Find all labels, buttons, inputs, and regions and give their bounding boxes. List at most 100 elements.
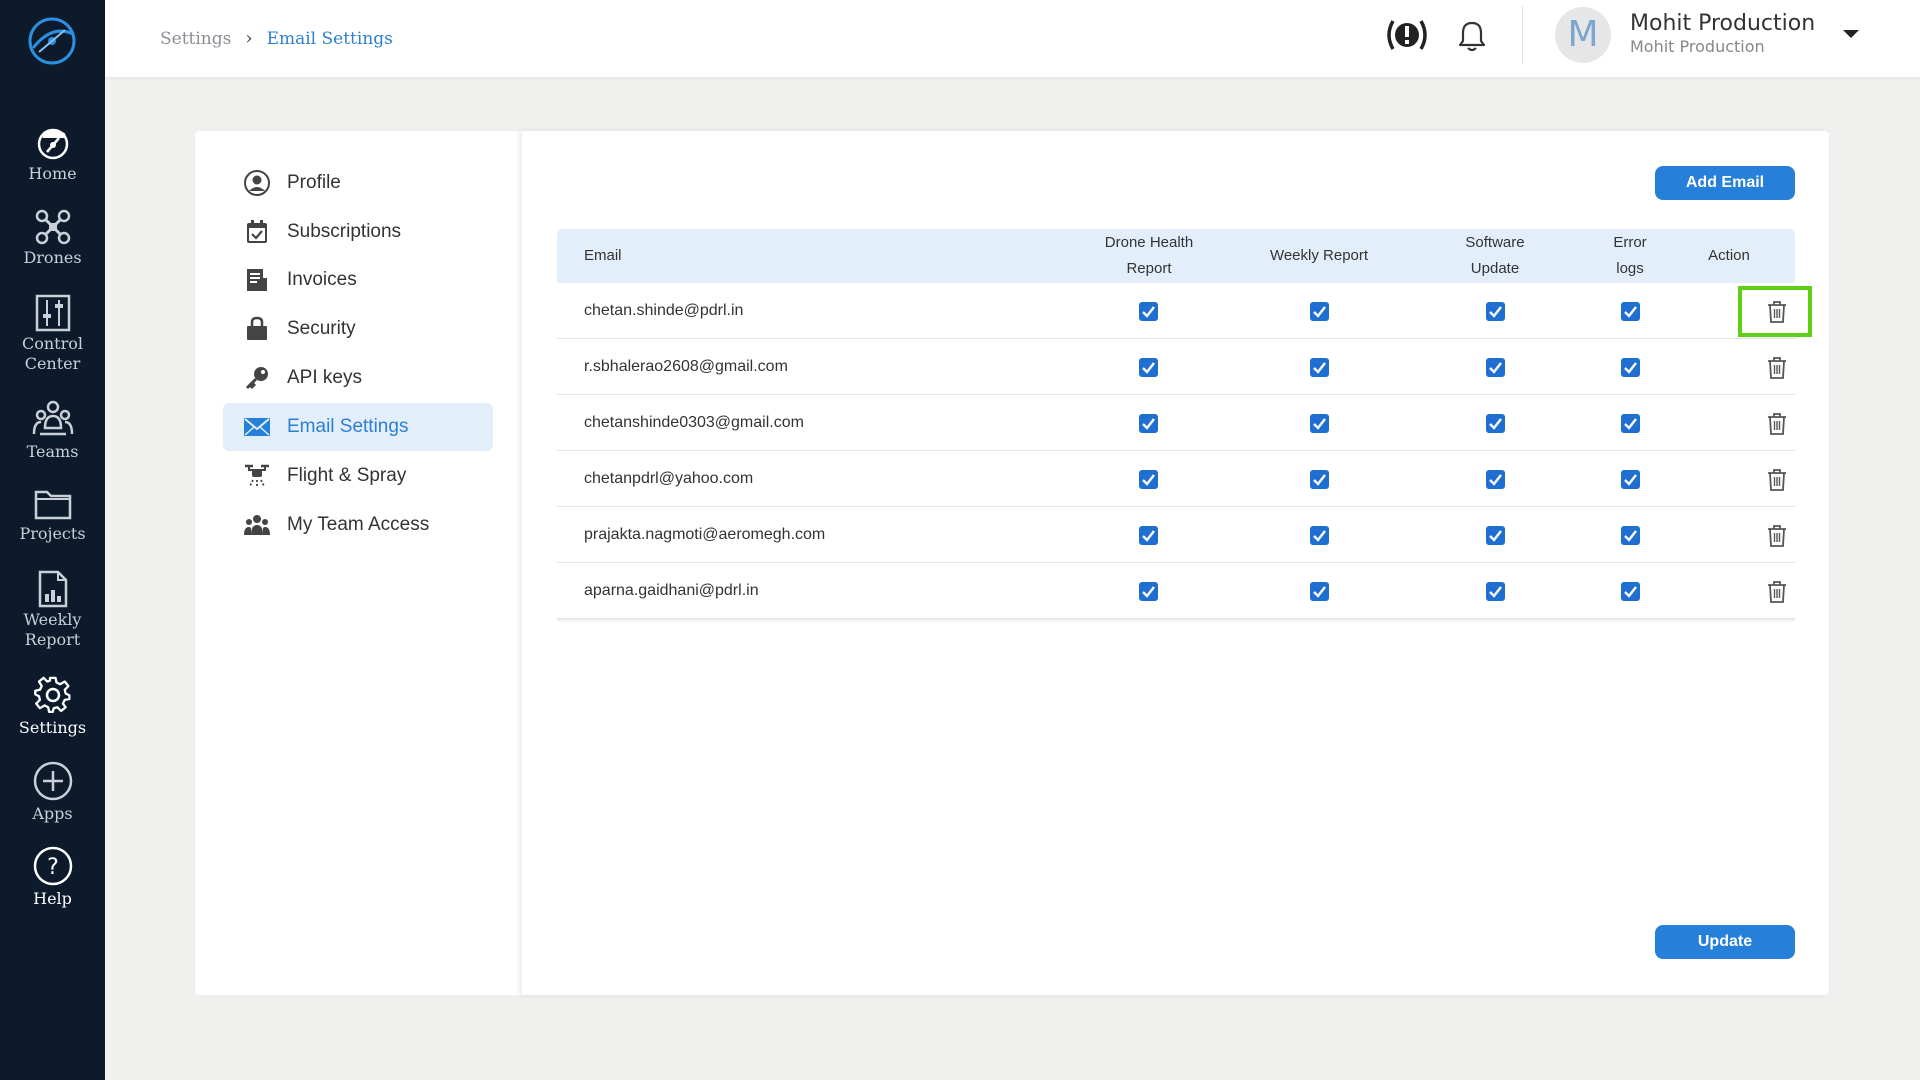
rail-item-apps[interactable]: Apps [0, 760, 105, 824]
menu-item-profile[interactable]: Profile [223, 159, 493, 207]
email-address: prajakta.nagmoti@aeromegh.com [584, 526, 826, 543]
header-drone-health-line2: Report [1126, 260, 1172, 277]
menu-label-email-settings: Email Settings [287, 416, 409, 437]
header-software-line1: Software [1465, 234, 1525, 251]
table-body: chetan.shinde@pdrl.in r.sbhalerao2608@gma… [557, 283, 1812, 619]
menu-item-security[interactable]: Security [223, 305, 493, 353]
rail-item-control-center[interactable]: Control Center [0, 294, 105, 374]
email-settings-table: Email Drone Health Report Weekly Report … [557, 229, 1812, 623]
software-update-checkbox[interactable] [1486, 582, 1505, 601]
rail-item-settings[interactable]: Settings [0, 676, 105, 738]
table-row: r.sbhalerao2608@gmail.com [557, 339, 1795, 395]
rail-label-weekly: Weekly [23, 610, 82, 629]
drone-health-checkbox[interactable] [1139, 582, 1158, 601]
delete-email-button[interactable] [1764, 579, 1790, 605]
rail-label-teams: Teams [26, 442, 79, 461]
menu-label-security: Security [287, 318, 356, 339]
rail-item-drones[interactable]: Drones [0, 208, 105, 268]
error-logs-checkbox[interactable] [1621, 302, 1640, 321]
drone-health-checkbox[interactable] [1139, 470, 1158, 489]
weekly-report-checkbox[interactable] [1310, 470, 1329, 489]
software-update-checkbox[interactable] [1486, 470, 1505, 489]
rail-item-help[interactable]: ? Help [0, 845, 105, 909]
delete-email-button[interactable] [1764, 355, 1790, 381]
column-header-email: Email [584, 247, 622, 264]
home-drone-icon [37, 128, 68, 160]
rail-label-control: Control [21, 334, 83, 353]
update-button[interactable]: Update [1655, 925, 1795, 959]
breadcrumb-settings-link[interactable]: Settings [160, 29, 231, 49]
rail-item-home[interactable]: Home [0, 122, 105, 184]
invoice-icon [247, 269, 267, 291]
error-logs-checkbox[interactable] [1621, 414, 1640, 433]
menu-item-subscriptions[interactable]: Subscriptions [223, 208, 493, 256]
menu-item-flight-spray[interactable]: Flight & Spray [223, 452, 493, 500]
weekly-report-checkbox[interactable] [1310, 526, 1329, 545]
error-logs-checkbox[interactable] [1621, 526, 1640, 545]
menu-label-profile: Profile [287, 172, 341, 193]
menu-item-api-keys[interactable]: API keys [223, 354, 493, 402]
software-update-checkbox[interactable] [1486, 526, 1505, 545]
avatar[interactable]: M [1555, 7, 1611, 63]
software-update-checkbox[interactable] [1486, 358, 1505, 377]
trash-icon [1768, 413, 1786, 435]
rail-item-projects[interactable]: Projects [0, 486, 105, 544]
rail-label-apps: Apps [32, 804, 73, 823]
rail-label-report: Report [24, 630, 81, 649]
delete-email-button[interactable] [1764, 523, 1790, 549]
column-header-software-update: Software Update [1425, 229, 1565, 283]
email-address: chetanpdrl@yahoo.com [584, 470, 754, 487]
app-logo-icon[interactable] [25, 14, 79, 68]
trash-icon [1768, 581, 1786, 603]
header-error-line1: Error [1613, 234, 1647, 251]
bell-icon[interactable] [1457, 20, 1487, 52]
menu-label-flight-spray: Flight & Spray [287, 465, 407, 486]
delete-email-button[interactable] [1764, 411, 1790, 437]
drone-health-checkbox[interactable] [1139, 358, 1158, 377]
table-row: chetanshinde0303@gmail.com [557, 395, 1795, 451]
user-org: Mohit Production [1630, 37, 1765, 56]
delete-email-button[interactable] [1764, 467, 1790, 493]
drone-health-checkbox[interactable] [1139, 302, 1158, 321]
weekly-report-checkbox[interactable] [1310, 582, 1329, 601]
rail-item-weekly-report[interactable]: Weekly Report [0, 570, 105, 650]
weekly-report-checkbox[interactable] [1310, 414, 1329, 433]
weekly-report-checkbox[interactable] [1310, 358, 1329, 377]
chevron-down-icon[interactable] [1843, 30, 1859, 38]
header-drone-health-line1: Drone Health [1104, 234, 1194, 251]
alert-status-icon[interactable] [1385, 15, 1429, 55]
settings-menu: Profile Subscriptions Invoices Security [195, 131, 525, 995]
software-update-checkbox[interactable] [1486, 302, 1505, 321]
menu-item-invoices[interactable]: Invoices [223, 256, 493, 304]
left-nav-rail: Home Drones Control Center Teams Project… [0, 0, 105, 1080]
drone-health-checkbox[interactable] [1139, 414, 1158, 433]
software-update-checkbox[interactable] [1486, 414, 1505, 433]
email-address: r.sbhalerao2608@gmail.com [584, 358, 788, 375]
drone-health-checkbox[interactable] [1139, 526, 1158, 545]
weekly-report-checkbox[interactable] [1310, 302, 1329, 321]
user-circle-icon [244, 170, 270, 196]
add-email-button[interactable]: Add Email [1655, 166, 1795, 200]
user-name[interactable]: Mohit Production [1630, 11, 1815, 36]
envelope-icon [244, 418, 270, 436]
rail-label-drones: Drones [23, 248, 82, 267]
error-logs-checkbox[interactable] [1621, 582, 1640, 601]
rail-item-teams[interactable]: Teams [0, 398, 105, 462]
menu-item-email-settings[interactable]: Email Settings [223, 403, 493, 451]
error-logs-checkbox[interactable] [1621, 358, 1640, 377]
trash-icon [1768, 469, 1786, 491]
email-address: aparna.gaidhani@pdrl.in [584, 582, 759, 599]
table-row: prajakta.nagmoti@aeromegh.com [557, 507, 1795, 563]
help-circle-icon: ? [33, 846, 72, 886]
sliders-icon [35, 294, 70, 332]
menu-label-api-keys: API keys [287, 367, 362, 388]
rail-label-settings: Settings [18, 718, 87, 737]
menu-item-my-team-access[interactable]: My Team Access [223, 501, 493, 549]
table-row: chetanpdrl@yahoo.com [557, 451, 1795, 507]
email-address: chetan.shinde@pdrl.in [584, 302, 744, 319]
error-logs-checkbox[interactable] [1621, 470, 1640, 489]
top-header: Settings › Email Settings M Mohit Produc… [105, 0, 1920, 77]
table-row: chetan.shinde@pdrl.in [557, 283, 1812, 339]
header-software-line2: Update [1470, 260, 1520, 277]
teams-icon [32, 400, 73, 436]
